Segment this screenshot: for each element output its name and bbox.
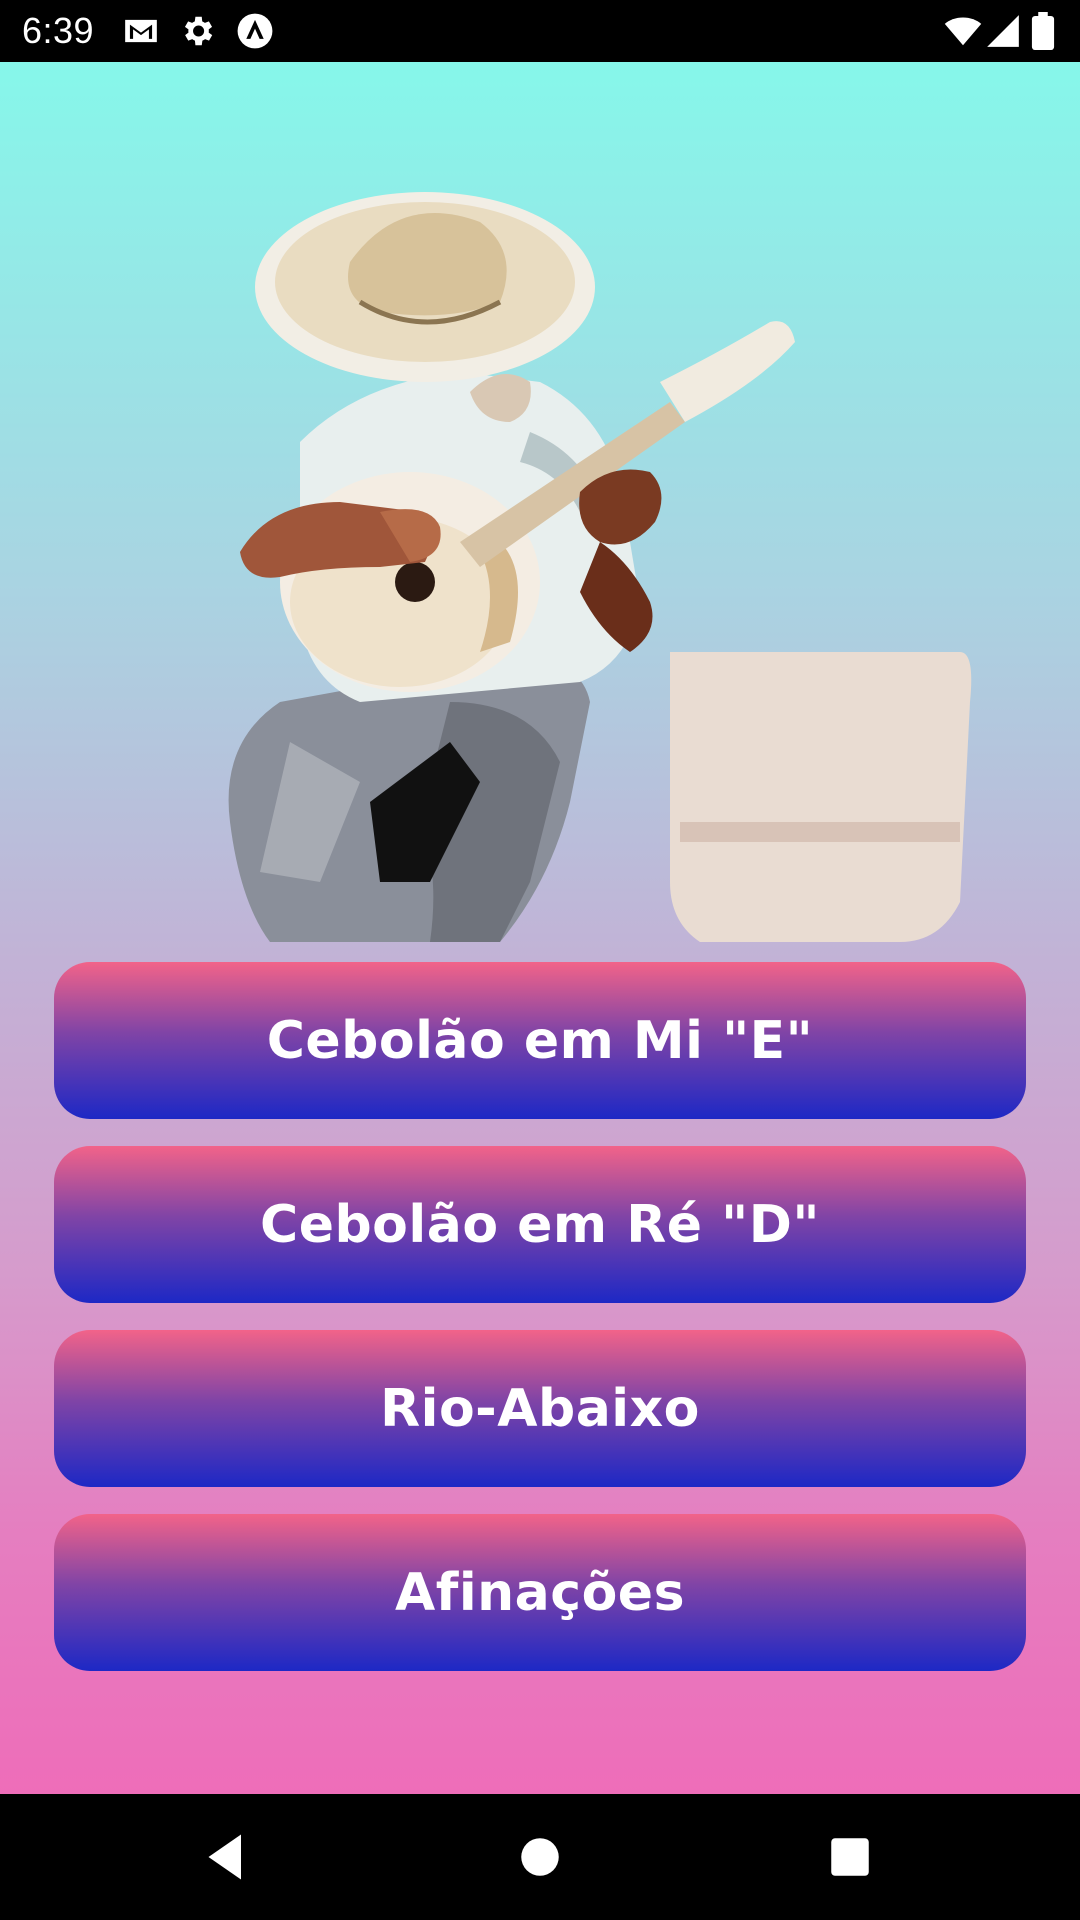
signal-icon (984, 12, 1022, 50)
cebolao-em-re-label: Cebolão em Ré "D" (260, 1194, 820, 1255)
battery-icon (1030, 12, 1056, 50)
wifi-icon (944, 12, 982, 50)
settings-icon (178, 12, 216, 50)
status-time: 6:39 (22, 10, 95, 51)
rio-abaixo-button[interactable]: Rio-Abaixo (54, 1330, 1026, 1487)
cebolao-em-mi-label: Cebolão em Mi "E" (266, 1010, 814, 1071)
app-icon (236, 12, 274, 50)
recents-icon[interactable] (820, 1827, 880, 1887)
home-icon[interactable] (510, 1827, 570, 1887)
cebolao-em-re-button[interactable]: Cebolão em Ré "D" (54, 1146, 1026, 1303)
back-icon[interactable] (196, 1827, 256, 1887)
status-bar: 6:39 (0, 0, 1080, 62)
guitar-player-illustration (200, 182, 980, 962)
navigation-bar (0, 1794, 1080, 1920)
gmail-icon (122, 12, 160, 50)
cebolao-em-mi-button[interactable]: Cebolão em Mi "E" (54, 962, 1026, 1119)
main-content: Cebolão em Mi "E" Cebolão em Ré "D" Rio-… (0, 62, 1080, 1794)
afinacoes-button[interactable]: Afinações (54, 1514, 1026, 1671)
rio-abaixo-label: Rio-Abaixo (380, 1378, 700, 1439)
afinacoes-label: Afinações (394, 1562, 686, 1623)
